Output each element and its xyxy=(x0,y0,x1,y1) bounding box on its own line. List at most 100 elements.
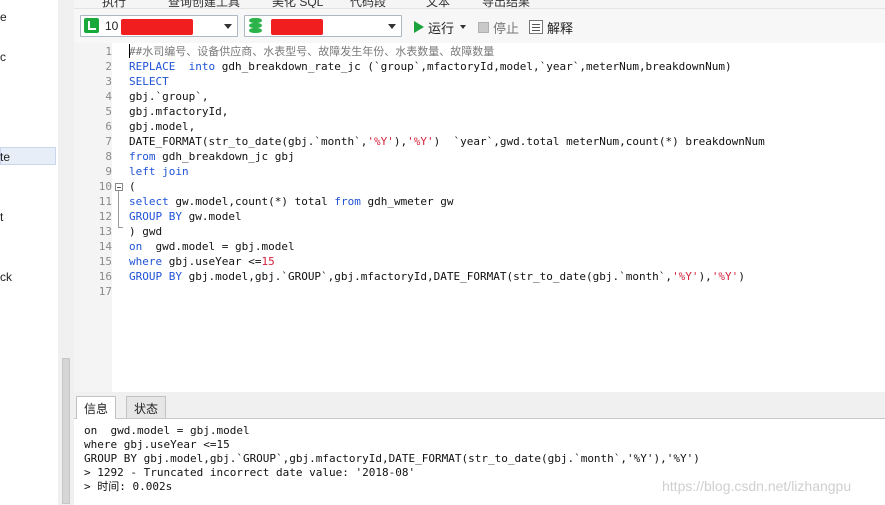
watermark: https://blog.csdn.net/lizhangpu xyxy=(662,478,852,494)
execute-button[interactable]: 执行 xyxy=(102,0,126,8)
code-line[interactable]: ) gwd xyxy=(129,224,162,239)
tab-message[interactable]: 信息 xyxy=(76,396,117,419)
scrollbar-thumb[interactable] xyxy=(62,358,70,504)
code-token: ) gwd xyxy=(129,225,163,238)
object-tree-panel: e c te t ck xyxy=(0,0,59,505)
stop-button[interactable]: 停止 xyxy=(478,18,519,36)
tree-item-fragment[interactable]: e xyxy=(0,10,7,24)
database-icon xyxy=(249,18,262,33)
play-icon xyxy=(414,21,424,33)
export-result-button[interactable]: 导出结果 xyxy=(482,0,530,8)
line-number: 13 xyxy=(98,225,112,238)
code-line[interactable]: GROUP BY gbj.model,gbj.`GROUP`,gbj.mfact… xyxy=(129,269,745,284)
code-token: GROUP BY xyxy=(129,210,182,223)
run-label: 运行 xyxy=(428,20,455,36)
code-line[interactable]: on gwd.model = gbj.model xyxy=(129,239,295,254)
code-token: left join xyxy=(129,165,189,178)
code-token: ), xyxy=(393,135,408,148)
code-line[interactable]: ##水司编号、设备供应商、水表型号、故障发生年份、水表数量、故障数量 xyxy=(129,44,494,59)
database-select[interactable] xyxy=(244,15,402,37)
fold-guide-end xyxy=(118,227,123,228)
run-button[interactable]: 运行 xyxy=(414,18,467,36)
code-line[interactable]: gbj.`group`, xyxy=(129,89,208,104)
line-number: 3 xyxy=(105,75,112,88)
code-token: '%Y' xyxy=(367,135,394,148)
code-token: gbj.useYear <= xyxy=(162,255,262,268)
code-token: ( xyxy=(129,180,136,193)
code-token: gdh_breakdown_rate_jc (`group`,mfactoryI… xyxy=(215,60,732,73)
line-number-gutter: 1 2 3 4 5 6 7 8 9 10 11 12 13 14 15 16 17 xyxy=(74,43,112,392)
line-number: 7 xyxy=(105,135,112,148)
code-token: ) xyxy=(738,270,745,283)
line-number: 11 xyxy=(98,195,112,208)
stop-label: 停止 xyxy=(493,20,520,36)
line-number: 8 xyxy=(105,150,112,163)
text-caret xyxy=(129,44,130,58)
line-number: 17 xyxy=(98,285,112,298)
beautify-sql-button[interactable]: 美化 SQL xyxy=(272,0,323,8)
fold-toggle-icon[interactable] xyxy=(115,183,123,191)
output-line: > 1292 - Truncated incorrect date value:… xyxy=(84,466,416,479)
chevron-down-icon[interactable] xyxy=(460,25,467,29)
query-builder-button[interactable]: 查询创建工具 xyxy=(168,0,240,8)
code-token: gbj.model, xyxy=(129,120,196,133)
chevron-down-icon[interactable] xyxy=(388,24,396,29)
code-token: 15 xyxy=(261,255,275,268)
code-token: gbj.model,gbj.`GROUP`,gbj.mfactoryId,DAT… xyxy=(181,270,673,283)
code-line[interactable]: DATE_FORMAT(str_to_date(gbj.`month`,'%Y'… xyxy=(129,134,765,149)
tree-item-fragment[interactable]: c xyxy=(0,50,6,64)
chevron-down-icon[interactable] xyxy=(224,24,232,29)
tree-item-fragment[interactable]: ck xyxy=(0,270,12,284)
connection-icon xyxy=(84,18,99,33)
text-button[interactable]: 文本 xyxy=(426,0,450,8)
code-token: ##水司编号、设备供应商、水表型号、故障发生年份、水表数量、故障数量 xyxy=(129,45,495,58)
code-token: REPLACE into xyxy=(129,60,216,73)
tree-item-fragment[interactable]: te xyxy=(0,150,10,164)
code-line[interactable]: ( xyxy=(129,179,136,194)
code-token: '%Y' xyxy=(672,270,699,283)
code-token: gbj.`group`, xyxy=(129,90,209,103)
code-token: gdh_breakdown_jc gbj xyxy=(155,150,295,163)
code-token: gbj.mfactoryId, xyxy=(129,105,229,118)
redaction-mark xyxy=(121,19,193,35)
stop-icon xyxy=(478,21,489,33)
code-line[interactable]: gbj.mfactoryId, xyxy=(129,104,228,119)
code-token: where xyxy=(129,255,163,268)
fold-guide xyxy=(118,191,119,227)
tree-item-fragment[interactable]: t xyxy=(0,210,3,224)
line-number: 16 xyxy=(98,270,112,283)
code-line[interactable]: SELECT xyxy=(129,74,169,89)
code-line[interactable]: GROUP BY gw.model xyxy=(129,209,242,224)
line-number: 1 xyxy=(105,45,112,58)
code-token: '%Y' xyxy=(407,135,434,148)
code-token: from xyxy=(129,150,156,163)
connection-value: 10 xyxy=(105,19,119,33)
editor-toolbar: 10 运行 停止 解释 xyxy=(74,9,885,44)
sql-editor[interactable]: 1 2 3 4 5 6 7 8 9 10 11 12 13 14 15 16 17 ##水司编号、设备供应商、水… xyxy=(74,43,885,393)
code-token: '%Y' xyxy=(711,270,739,283)
code-line[interactable]: select gw.model,count(*) total from gdh_… xyxy=(129,194,454,209)
code-line[interactable]: gbj.model, xyxy=(129,119,195,134)
code-snippet-button[interactable]: 代码段 xyxy=(350,0,386,8)
explain-icon xyxy=(529,20,543,34)
query-toolbar-top: 执行 查询创建工具 美化 SQL 代码段 文本 导出结果 xyxy=(74,0,885,9)
output-line: where gbj.useYear <=15 xyxy=(84,438,230,451)
code-token: select xyxy=(129,195,169,208)
code-line[interactable]: from gdh_breakdown_jc gbj xyxy=(129,149,295,164)
tab-status[interactable]: 状态 xyxy=(126,396,167,418)
code-token: on xyxy=(129,240,143,253)
redaction-mark xyxy=(271,19,323,35)
code-token: gw.model,count(*) total xyxy=(168,195,335,208)
code-line[interactable]: REPLACE into gdh_breakdown_rate_jc (`gro… xyxy=(129,59,732,74)
line-number: 10 xyxy=(98,180,112,193)
line-number: 9 xyxy=(105,165,112,178)
line-number: 2 xyxy=(105,60,112,73)
explain-button[interactable]: 解释 xyxy=(529,18,573,36)
output-line: > 时间: 0.002s xyxy=(84,480,173,493)
code-line[interactable]: where gbj.useYear <=15 xyxy=(129,254,275,269)
result-tab-bar: 信息 状态 xyxy=(74,392,885,419)
vertical-scrollbar[interactable] xyxy=(58,0,75,505)
code-token: SELECT xyxy=(129,75,169,88)
code-line[interactable]: left join xyxy=(129,164,189,179)
connection-select[interactable]: 10 xyxy=(80,15,238,37)
